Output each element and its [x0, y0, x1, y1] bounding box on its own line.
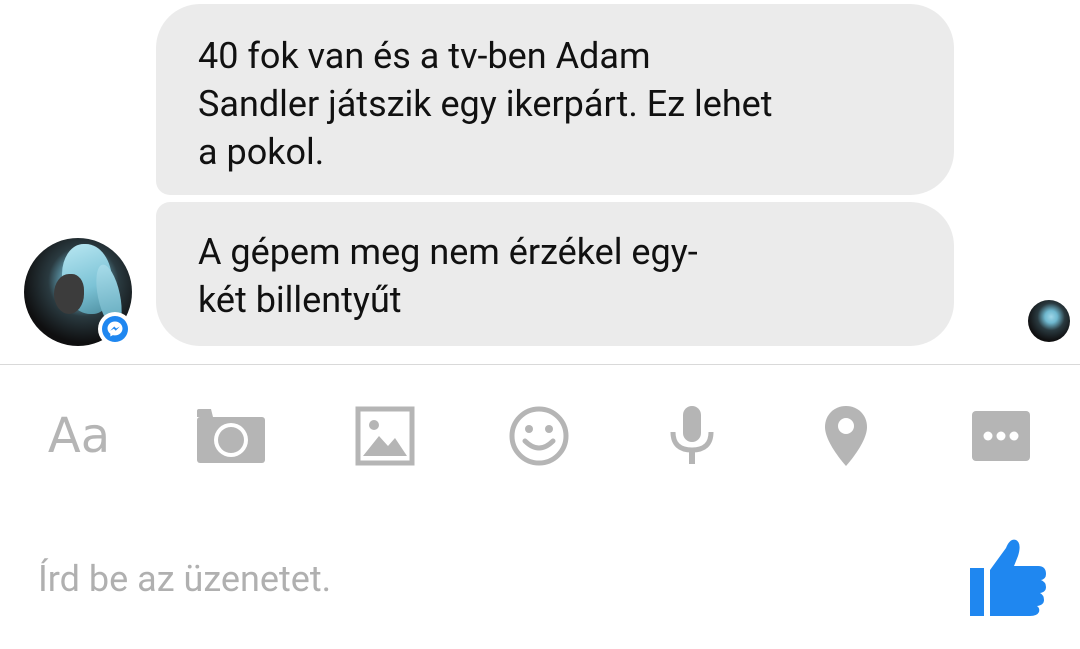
emoji-button[interactable]	[506, 400, 572, 472]
messenger-icon	[107, 321, 123, 337]
gallery-button[interactable]	[354, 400, 416, 472]
camera-button[interactable]	[194, 400, 268, 472]
emoji-icon	[509, 406, 569, 466]
microphone-button[interactable]	[666, 400, 718, 472]
more-button[interactable]	[970, 400, 1032, 472]
more-icon	[972, 411, 1030, 461]
message-bubble[interactable]: 40 fok van és a tv-ben Adam Sandler játs…	[156, 4, 954, 195]
thumbs-up-icon	[970, 539, 1046, 616]
image-icon	[355, 406, 415, 466]
like-button[interactable]	[966, 534, 1050, 618]
text-icon: Aa	[47, 408, 111, 464]
location-pin-icon	[825, 406, 867, 466]
messenger-badge	[98, 312, 132, 346]
microphone-icon	[670, 406, 714, 464]
text-tool-button[interactable]: Aa	[40, 400, 118, 472]
seen-avatar	[1028, 300, 1070, 342]
location-button[interactable]	[822, 400, 870, 472]
message-input[interactable]: Írd be az üzenetet.	[38, 558, 331, 600]
camera-icon	[197, 409, 265, 463]
message-bubble[interactable]: A gépem meg nem érzékel egy- két billent…	[156, 202, 954, 346]
divider	[0, 364, 1080, 365]
